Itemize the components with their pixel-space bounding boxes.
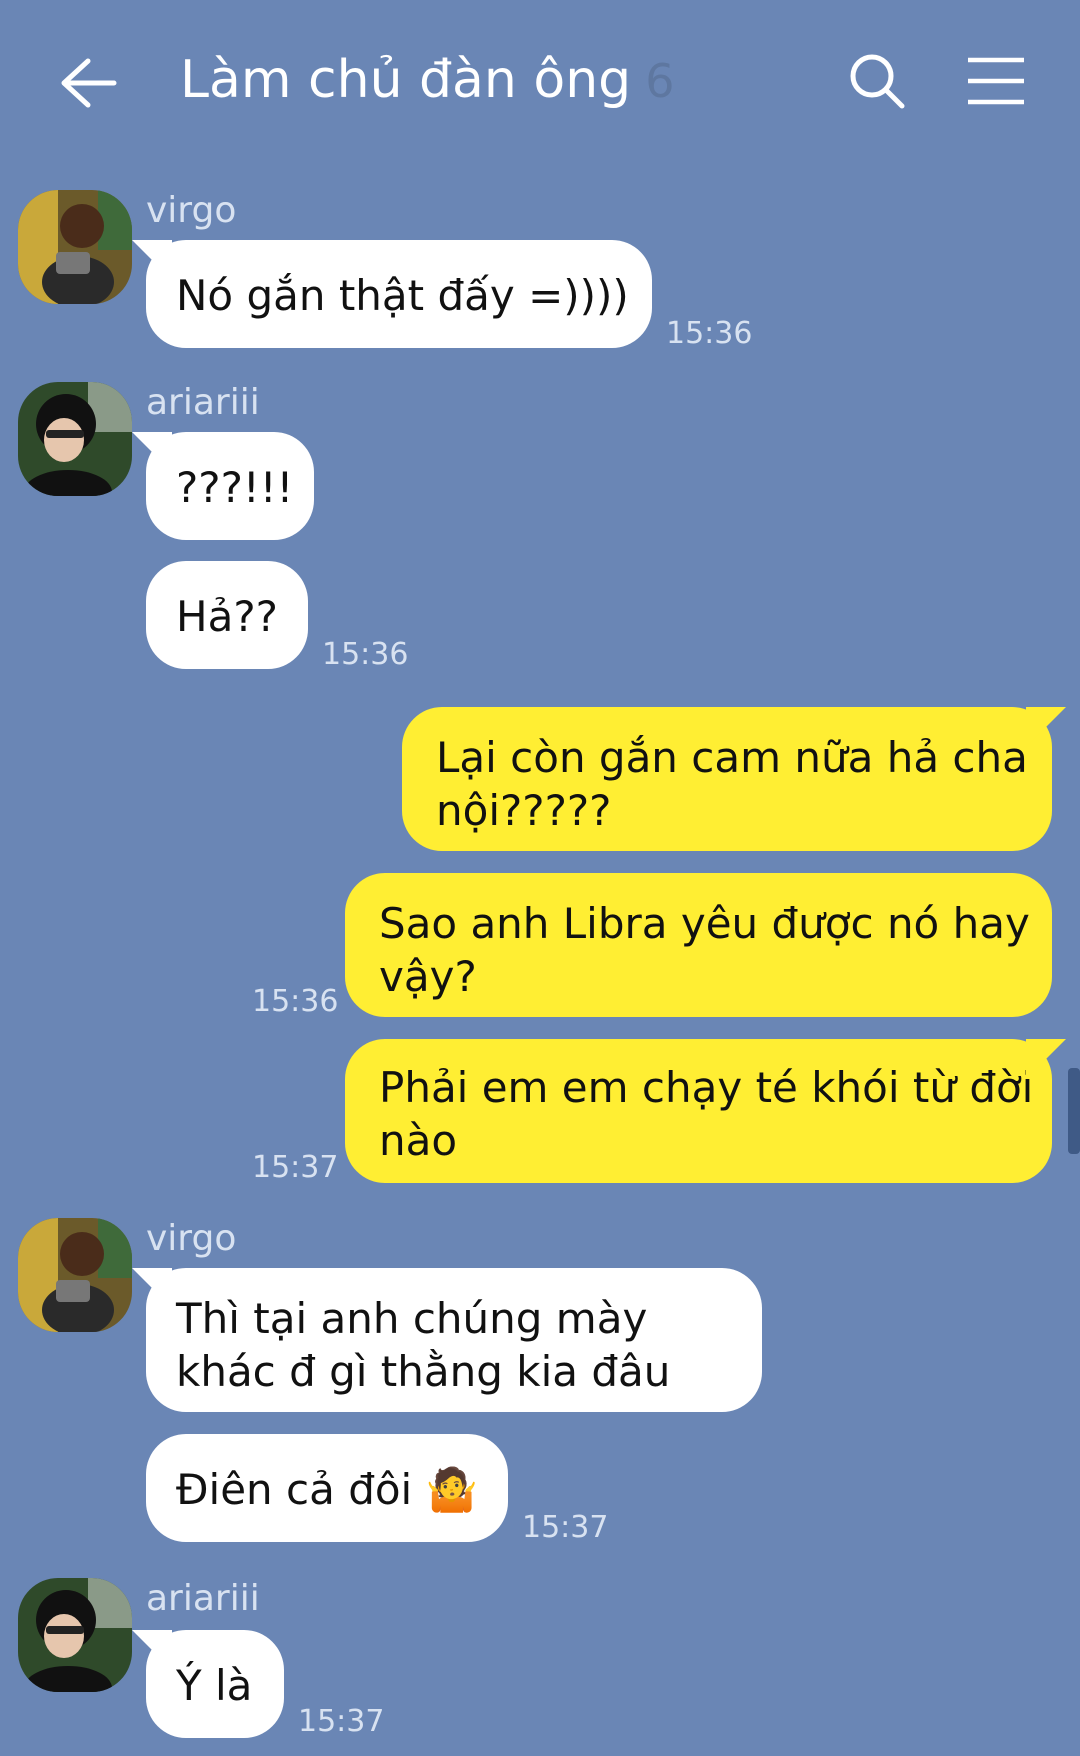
message-text-line: nội????? xyxy=(436,786,612,835)
message-time: 15:36 xyxy=(252,984,339,1019)
message-bubble-outgoing[interactable]: Lại còn gắn cam nữa hả cha nội????? xyxy=(402,707,1066,851)
message-text: ???!!! xyxy=(176,463,294,512)
bubble-tail xyxy=(1026,1039,1066,1079)
message-text-line: Thì tại anh chúng mày xyxy=(176,1294,648,1343)
avatar-ariariii[interactable] xyxy=(18,382,132,496)
chat-header: Làm chủ đàn ông 6 xyxy=(0,0,1080,165)
message-time: 15:36 xyxy=(666,316,753,351)
message-text-line: khác đ gì thằng kia đâu xyxy=(176,1347,671,1396)
member-count: 6 xyxy=(645,54,675,108)
message-bubble-outgoing[interactable]: Sao anh Libra yêu được nó hay vậy? xyxy=(345,873,1052,1017)
hamburger-menu-icon[interactable] xyxy=(966,56,1026,106)
scrollbar-thumb[interactable] xyxy=(1068,1068,1080,1154)
message-time: 15:37 xyxy=(298,1704,385,1739)
search-icon[interactable] xyxy=(848,52,906,110)
message-bubble[interactable]: Hả?? xyxy=(146,561,308,669)
message-time: 15:37 xyxy=(252,1150,339,1185)
message-bubble-outgoing[interactable]: Phải em em chạy té khói từ đời nào xyxy=(345,1039,1066,1183)
message-text: Ý là xyxy=(176,1661,253,1710)
message-text: Hả?? xyxy=(176,592,278,641)
message-bubble[interactable]: Điên cả đôi 🤷 xyxy=(146,1434,508,1542)
message-text-line: Phải em em chạy té khói từ đời xyxy=(379,1063,1034,1112)
message-text: Điên cả đôi 🤷 xyxy=(176,1465,478,1514)
bubble-tail xyxy=(1026,707,1066,747)
sender-name: ariariii xyxy=(146,382,260,423)
bubble-tail xyxy=(132,432,172,472)
message-text-line: Sao anh Libra yêu được nó hay xyxy=(379,899,1030,948)
bubble-tail xyxy=(132,1268,172,1308)
chat-title-text: Làm chủ đàn ông xyxy=(180,50,632,110)
bubble-tail xyxy=(132,240,172,280)
sender-name: virgo xyxy=(146,190,237,231)
message-text-line: Lại còn gắn cam nữa hả cha xyxy=(436,733,1028,782)
chat-title: Làm chủ đàn ông 6 xyxy=(180,50,674,110)
message-bubble[interactable]: ???!!! xyxy=(132,432,314,540)
avatar-virgo[interactable] xyxy=(18,190,132,304)
avatar-ariariii[interactable] xyxy=(18,1578,132,1692)
message-bubble[interactable]: Ý là xyxy=(132,1630,284,1738)
avatar-virgo[interactable] xyxy=(18,1218,132,1332)
message-time: 15:37 xyxy=(522,1510,609,1545)
sender-name: virgo xyxy=(146,1218,237,1259)
message-bubble[interactable]: Thì tại anh chúng mày khác đ gì thằng ki… xyxy=(132,1268,762,1412)
message-time: 15:36 xyxy=(322,637,409,672)
sender-name: ariariii xyxy=(146,1578,260,1619)
message-bubble[interactable]: Nó gắn thật đấy =)))) xyxy=(132,240,652,348)
message-text-line: nào xyxy=(379,1116,458,1165)
bubble-tail xyxy=(132,1630,172,1670)
message-text-line: vậy? xyxy=(379,952,477,1001)
message-text: Nó gắn thật đấy =)))) xyxy=(176,271,629,320)
arrow-left-icon[interactable] xyxy=(58,55,118,111)
